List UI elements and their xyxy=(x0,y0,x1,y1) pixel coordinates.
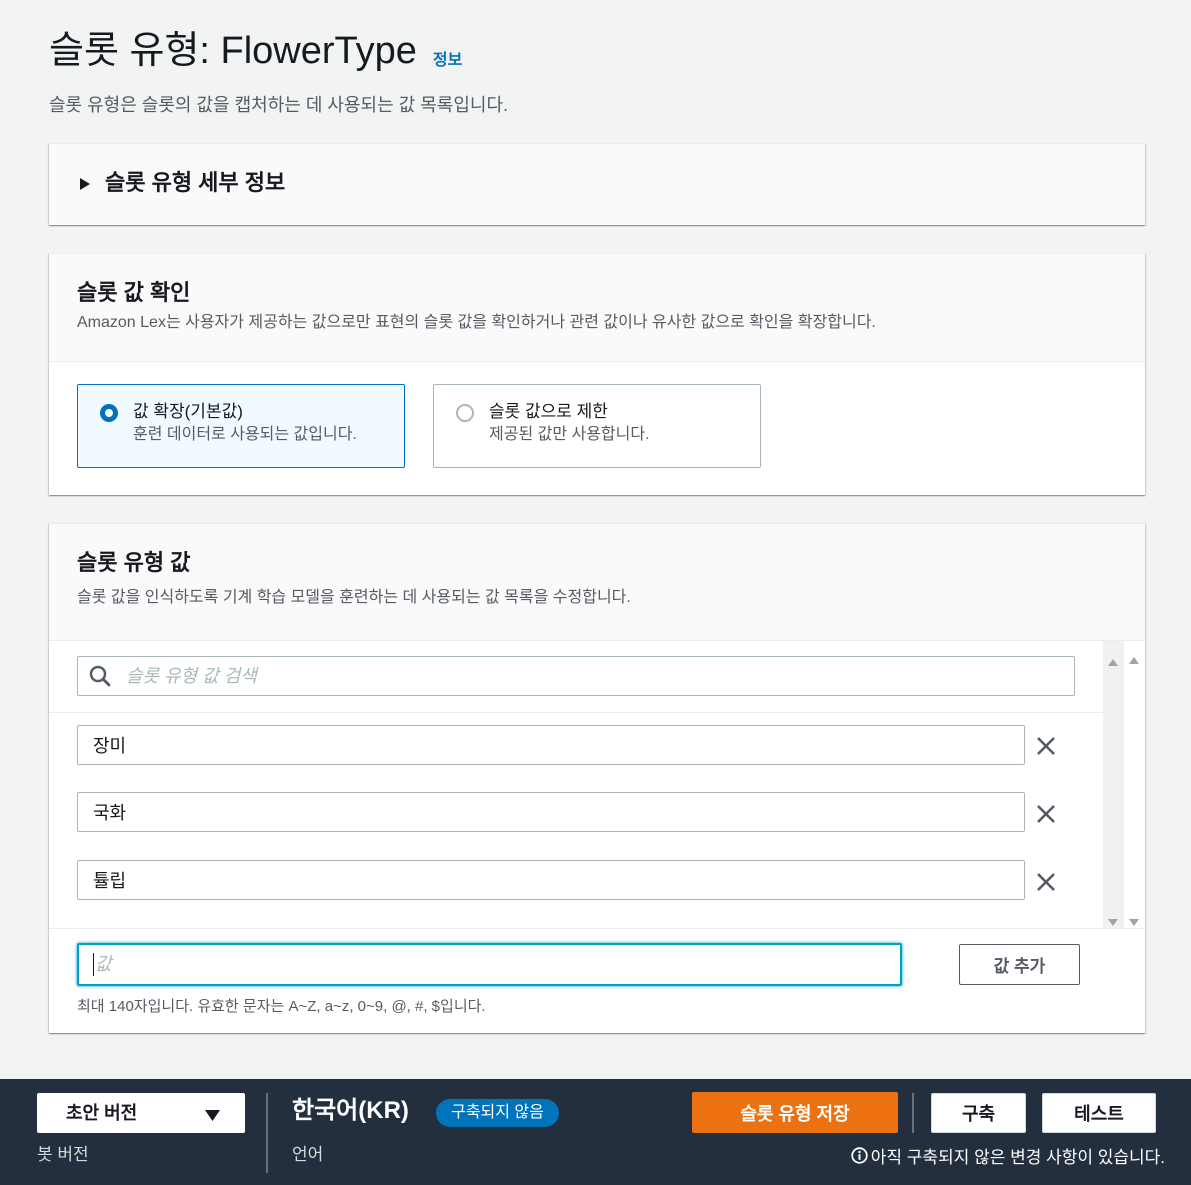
slot-value-input[interactable] xyxy=(77,860,1025,900)
slot-value-input[interactable] xyxy=(77,792,1025,832)
caret-right-icon xyxy=(79,177,91,191)
save-slot-type-button[interactable]: 슬롯 유형 저장 xyxy=(692,1092,898,1133)
radio-tile-label: 값 확장(기본값) xyxy=(133,402,243,421)
info-link[interactable]: 정보 xyxy=(433,46,462,70)
scrollbar[interactable] xyxy=(1103,641,1124,928)
details-expander[interactable]: 슬롯 유형 세부 정보 xyxy=(49,144,1145,225)
page-description: 슬롯 유형은 슬롯의 값을 캡처하는 데 사용되는 값 목록입니다. xyxy=(49,95,509,115)
language-label: 언어 xyxy=(292,1145,324,1164)
new-value-input[interactable] xyxy=(77,943,902,986)
radio-tile-label: 슬롯 값으로 제한 xyxy=(489,402,608,421)
language-name: 한국어(KR) xyxy=(292,1097,409,1124)
radio-tile-restrict-values[interactable]: 슬롯 값으로 제한 제공된 값만 사용합니다. xyxy=(433,384,761,468)
radio-tile-description: 훈련 데이터로 사용되는 값입니다. xyxy=(133,426,357,443)
slot-type-values-panel: 슬롯 유형 값 슬롯 값을 인식하도록 기계 학습 모델을 훈련하는 데 사용되… xyxy=(49,523,1145,1033)
resolution-panel-header: 슬롯 값 확인 Amazon Lex는 사용자가 제공하는 값으로만 표현의 슬… xyxy=(49,254,1145,362)
scroll-up-icon[interactable] xyxy=(1129,651,1139,664)
info-icon xyxy=(851,1147,871,1169)
search-icon xyxy=(89,665,111,687)
bot-version-label: 봇 버전 xyxy=(37,1145,89,1164)
radio-tile-expand-values[interactable]: 값 확장(기본값) 훈련 데이터로 사용되는 값입니다. xyxy=(77,384,405,468)
radio-button[interactable] xyxy=(100,404,118,422)
radio-button[interactable] xyxy=(456,404,474,422)
page-title: 슬롯 유형: FlowerType xyxy=(49,30,417,72)
divider xyxy=(49,712,1105,713)
test-button[interactable]: 테스트 xyxy=(1042,1093,1156,1133)
values-panel-title: 슬롯 유형 값 xyxy=(77,550,191,575)
close-icon[interactable] xyxy=(1035,735,1057,757)
caret-down-icon xyxy=(205,1108,220,1121)
close-icon[interactable] xyxy=(1035,871,1057,893)
values-panel-header: 슬롯 유형 값 슬롯 값을 인식하도록 기계 학습 모델을 훈련하는 데 사용되… xyxy=(49,524,1145,641)
status-badge: 구축되지 않음 xyxy=(436,1099,559,1127)
slot-value-input[interactable] xyxy=(77,725,1025,765)
values-panel-description: 슬롯 값을 인식하도록 기계 학습 모델을 훈련하는 데 사용되는 값 목록을 … xyxy=(77,589,631,606)
add-value-button[interactable]: 값 추가 xyxy=(959,944,1080,985)
resolution-panel-title: 슬롯 값 확인 xyxy=(77,280,191,305)
scroll-down-icon[interactable] xyxy=(1108,913,1118,926)
page-header: 슬롯 유형: FlowerType 정보 xyxy=(49,26,462,76)
bot-version-value: 초안 버전 xyxy=(66,1103,138,1123)
slot-type-details-panel: 슬롯 유형 세부 정보 xyxy=(49,143,1145,225)
radio-tile-description: 제공된 값만 사용합니다. xyxy=(489,426,650,443)
scroll-up-icon[interactable] xyxy=(1108,653,1118,666)
constraint-hint: 최대 140자입니다. 유효한 문자는 A~Z, a~z, 0~9, @, #,… xyxy=(77,998,486,1015)
scroll-down-icon[interactable] xyxy=(1129,913,1139,926)
build-button[interactable]: 구축 xyxy=(931,1093,1026,1133)
bot-version-select[interactable]: 초안 버전 xyxy=(37,1093,245,1133)
close-icon[interactable] xyxy=(1035,803,1057,825)
divider xyxy=(266,1093,268,1173)
unsaved-changes-notice: 아직 구축되지 않은 변경 사항이 있습니다. xyxy=(851,1147,1165,1169)
resolution-panel-description: Amazon Lex는 사용자가 제공하는 값으로만 표현의 슬롯 값을 확인하… xyxy=(77,314,876,331)
details-panel-title: 슬롯 유형 세부 정보 xyxy=(105,170,286,195)
footer-bar: 초안 버전 봇 버전 한국어(KR) 구축되지 않음 언어 슬롯 유형 저장 구… xyxy=(0,1079,1191,1185)
search-input[interactable] xyxy=(77,656,1075,696)
divider xyxy=(912,1093,914,1133)
values-list-scroll-area xyxy=(49,641,1145,929)
slot-value-resolution-panel: 슬롯 값 확인 Amazon Lex는 사용자가 제공하는 값으로만 표현의 슬… xyxy=(49,253,1145,495)
text-cursor xyxy=(93,953,94,976)
unsaved-changes-text: 아직 구축되지 않은 변경 사항이 있습니다. xyxy=(870,1148,1165,1167)
